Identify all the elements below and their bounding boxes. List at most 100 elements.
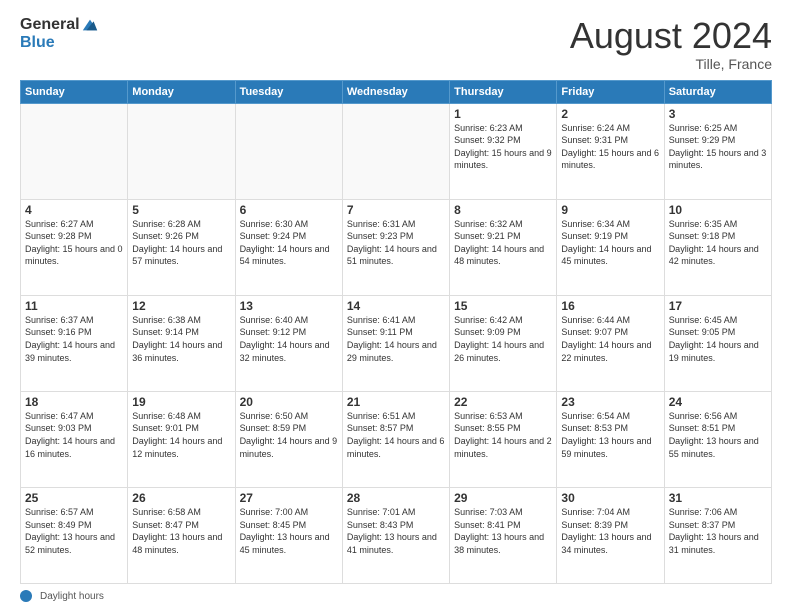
sunrise: Sunrise: 6:37 AM bbox=[25, 314, 123, 327]
sunset: Sunset: 9:32 PM bbox=[454, 134, 552, 147]
calendar-week-1: 4Sunrise: 6:27 AMSunset: 9:28 PMDaylight… bbox=[21, 199, 772, 295]
day-info: Sunrise: 6:56 AMSunset: 8:51 PMDaylight:… bbox=[669, 410, 767, 460]
location-title: Tille, France bbox=[570, 56, 772, 72]
sunset: Sunset: 9:16 PM bbox=[25, 326, 123, 339]
daylight: Daylight: 13 hours and 59 minutes. bbox=[561, 435, 659, 460]
header-thursday: Thursday bbox=[450, 80, 557, 103]
calendar-cell: 31Sunrise: 7:06 AMSunset: 8:37 PMDayligh… bbox=[664, 487, 771, 583]
logo-row: General bbox=[20, 16, 99, 34]
month-title: August 2024 bbox=[570, 16, 772, 56]
sunset: Sunset: 8:37 PM bbox=[669, 519, 767, 532]
sunrise: Sunrise: 6:38 AM bbox=[132, 314, 230, 327]
calendar-cell: 28Sunrise: 7:01 AMSunset: 8:43 PMDayligh… bbox=[342, 487, 449, 583]
sunset: Sunset: 9:09 PM bbox=[454, 326, 552, 339]
calendar-cell: 21Sunrise: 6:51 AMSunset: 8:57 PMDayligh… bbox=[342, 391, 449, 487]
sunset: Sunset: 9:21 PM bbox=[454, 230, 552, 243]
daylight: Daylight: 13 hours and 52 minutes. bbox=[25, 531, 123, 556]
daylight: Daylight: 14 hours and 2 minutes. bbox=[454, 435, 552, 460]
day-number: 26 bbox=[132, 491, 230, 505]
sunset: Sunset: 8:59 PM bbox=[240, 422, 338, 435]
calendar-cell: 19Sunrise: 6:48 AMSunset: 9:01 PMDayligh… bbox=[128, 391, 235, 487]
day-number: 27 bbox=[240, 491, 338, 505]
sunset: Sunset: 9:18 PM bbox=[669, 230, 767, 243]
header: General Blue August 2024 Tille, France bbox=[20, 16, 772, 72]
calendar-cell: 11Sunrise: 6:37 AMSunset: 9:16 PMDayligh… bbox=[21, 295, 128, 391]
calendar-cell: 8Sunrise: 6:32 AMSunset: 9:21 PMDaylight… bbox=[450, 199, 557, 295]
day-info: Sunrise: 7:03 AMSunset: 8:41 PMDaylight:… bbox=[454, 506, 552, 556]
day-info: Sunrise: 6:42 AMSunset: 9:09 PMDaylight:… bbox=[454, 314, 552, 364]
sunset: Sunset: 8:51 PM bbox=[669, 422, 767, 435]
daylight: Daylight: 14 hours and 42 minutes. bbox=[669, 243, 767, 268]
sunrise: Sunrise: 6:40 AM bbox=[240, 314, 338, 327]
logo-blue-text: Blue bbox=[20, 34, 99, 52]
logo-wrapper: General Blue bbox=[20, 16, 99, 52]
header-wednesday: Wednesday bbox=[342, 80, 449, 103]
sunset: Sunset: 9:01 PM bbox=[132, 422, 230, 435]
daylight: Daylight: 14 hours and 45 minutes. bbox=[561, 243, 659, 268]
day-info: Sunrise: 6:37 AMSunset: 9:16 PMDaylight:… bbox=[25, 314, 123, 364]
sunrise: Sunrise: 7:03 AM bbox=[454, 506, 552, 519]
page: General Blue August 2024 Tille, France S… bbox=[0, 0, 792, 612]
sunset: Sunset: 9:03 PM bbox=[25, 422, 123, 435]
daylight: Daylight: 15 hours and 0 minutes. bbox=[25, 243, 123, 268]
calendar-cell: 1Sunrise: 6:23 AMSunset: 9:32 PMDaylight… bbox=[450, 103, 557, 199]
footer-label: Daylight hours bbox=[40, 591, 104, 602]
sunset: Sunset: 9:31 PM bbox=[561, 134, 659, 147]
day-info: Sunrise: 6:58 AMSunset: 8:47 PMDaylight:… bbox=[132, 506, 230, 556]
sunrise: Sunrise: 7:01 AM bbox=[347, 506, 445, 519]
day-number: 5 bbox=[132, 203, 230, 217]
day-info: Sunrise: 6:30 AMSunset: 9:24 PMDaylight:… bbox=[240, 218, 338, 268]
day-number: 13 bbox=[240, 299, 338, 313]
calendar-cell: 17Sunrise: 6:45 AMSunset: 9:05 PMDayligh… bbox=[664, 295, 771, 391]
header-friday: Friday bbox=[557, 80, 664, 103]
day-info: Sunrise: 6:44 AMSunset: 9:07 PMDaylight:… bbox=[561, 314, 659, 364]
day-info: Sunrise: 6:35 AMSunset: 9:18 PMDaylight:… bbox=[669, 218, 767, 268]
daylight: Daylight: 13 hours and 38 minutes. bbox=[454, 531, 552, 556]
calendar-cell: 12Sunrise: 6:38 AMSunset: 9:14 PMDayligh… bbox=[128, 295, 235, 391]
daylight: Daylight: 14 hours and 26 minutes. bbox=[454, 339, 552, 364]
day-info: Sunrise: 7:01 AMSunset: 8:43 PMDaylight:… bbox=[347, 506, 445, 556]
day-info: Sunrise: 6:27 AMSunset: 9:28 PMDaylight:… bbox=[25, 218, 123, 268]
logo-general-text: General bbox=[20, 16, 80, 34]
daylight: Daylight: 14 hours and 32 minutes. bbox=[240, 339, 338, 364]
day-number: 12 bbox=[132, 299, 230, 313]
day-number: 10 bbox=[669, 203, 767, 217]
day-number: 22 bbox=[454, 395, 552, 409]
logo-icon bbox=[81, 16, 99, 34]
calendar-cell: 14Sunrise: 6:41 AMSunset: 9:11 PMDayligh… bbox=[342, 295, 449, 391]
sunset: Sunset: 9:14 PM bbox=[132, 326, 230, 339]
day-info: Sunrise: 6:57 AMSunset: 8:49 PMDaylight:… bbox=[25, 506, 123, 556]
daylight: Daylight: 14 hours and 48 minutes. bbox=[454, 243, 552, 268]
header-sunday: Sunday bbox=[21, 80, 128, 103]
calendar-cell bbox=[128, 103, 235, 199]
daylight: Daylight: 13 hours and 34 minutes. bbox=[561, 531, 659, 556]
sunset: Sunset: 9:12 PM bbox=[240, 326, 338, 339]
daylight: Daylight: 13 hours and 48 minutes. bbox=[132, 531, 230, 556]
sunset: Sunset: 8:39 PM bbox=[561, 519, 659, 532]
daylight: Daylight: 13 hours and 55 minutes. bbox=[669, 435, 767, 460]
day-info: Sunrise: 6:50 AMSunset: 8:59 PMDaylight:… bbox=[240, 410, 338, 460]
day-info: Sunrise: 6:23 AMSunset: 9:32 PMDaylight:… bbox=[454, 122, 552, 172]
calendar-cell: 9Sunrise: 6:34 AMSunset: 9:19 PMDaylight… bbox=[557, 199, 664, 295]
sunset: Sunset: 8:47 PM bbox=[132, 519, 230, 532]
day-info: Sunrise: 6:32 AMSunset: 9:21 PMDaylight:… bbox=[454, 218, 552, 268]
daylight: Daylight: 14 hours and 54 minutes. bbox=[240, 243, 338, 268]
sunrise: Sunrise: 6:24 AM bbox=[561, 122, 659, 135]
day-number: 8 bbox=[454, 203, 552, 217]
calendar-cell bbox=[342, 103, 449, 199]
sunrise: Sunrise: 6:23 AM bbox=[454, 122, 552, 135]
footer: Daylight hours bbox=[20, 590, 772, 602]
day-info: Sunrise: 6:45 AMSunset: 9:05 PMDaylight:… bbox=[669, 314, 767, 364]
sunset: Sunset: 8:57 PM bbox=[347, 422, 445, 435]
sunset: Sunset: 8:41 PM bbox=[454, 519, 552, 532]
sunrise: Sunrise: 6:42 AM bbox=[454, 314, 552, 327]
sunset: Sunset: 9:24 PM bbox=[240, 230, 338, 243]
day-number: 4 bbox=[25, 203, 123, 217]
day-info: Sunrise: 6:38 AMSunset: 9:14 PMDaylight:… bbox=[132, 314, 230, 364]
calendar-cell: 27Sunrise: 7:00 AMSunset: 8:45 PMDayligh… bbox=[235, 487, 342, 583]
daylight: Daylight: 14 hours and 36 minutes. bbox=[132, 339, 230, 364]
daylight: Daylight: 13 hours and 31 minutes. bbox=[669, 531, 767, 556]
daylight: Daylight: 14 hours and 6 minutes. bbox=[347, 435, 445, 460]
calendar-cell: 29Sunrise: 7:03 AMSunset: 8:41 PMDayligh… bbox=[450, 487, 557, 583]
day-number: 7 bbox=[347, 203, 445, 217]
